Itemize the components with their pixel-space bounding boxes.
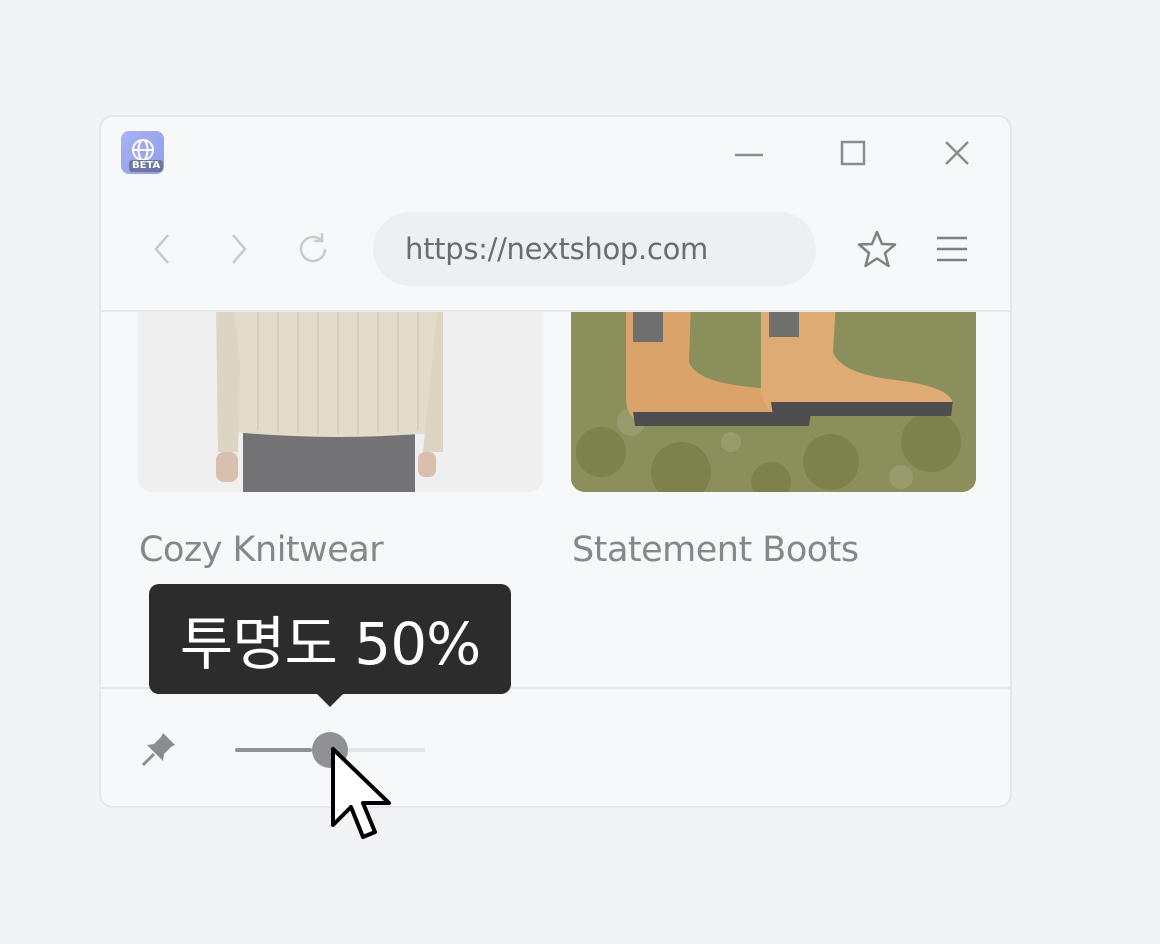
opacity-slider-fill [235,748,312,752]
pin-button[interactable] [139,729,179,769]
maximize-icon [840,140,866,166]
product-image-knitwear[interactable] [138,312,543,492]
minimize-icon [735,153,763,157]
url-text: https://nextshop.com [405,232,708,266]
knitwear-photo [138,312,543,492]
product-label-boots[interactable]: Statement Boots [572,530,859,570]
mouse-cursor-icon [331,747,391,839]
boots-photo [571,312,976,492]
back-button[interactable] [143,229,183,269]
reload-button[interactable] [293,229,333,269]
minimize-button[interactable] [731,135,767,171]
product-label-knitwear[interactable]: Cozy Knitwear [139,530,384,570]
url-bar[interactable]: https://nextshop.com [373,212,816,286]
close-icon [945,141,969,165]
menu-button[interactable] [932,229,972,269]
opacity-tooltip-text: 투명도 50% [179,610,481,678]
product-image-boots[interactable] [571,312,976,492]
chevron-left-icon [154,234,169,264]
pin-icon [141,733,175,767]
tooltip-arrow [316,693,344,707]
app-icon: BETA [121,131,164,174]
browser-window: BETA https://nextshop.com Cozy Knitwear … [99,115,1012,839]
maximize-button[interactable] [835,135,871,171]
hamburger-menu-icon [937,236,967,262]
chevron-right-icon [232,234,247,264]
close-button[interactable] [939,135,975,171]
bookmark-button[interactable] [857,229,897,269]
beta-badge: BETA [129,160,164,172]
opacity-tooltip: 투명도 50% [149,584,511,694]
star-icon [857,230,897,268]
reload-icon [299,233,327,263]
forward-button[interactable] [218,229,258,269]
